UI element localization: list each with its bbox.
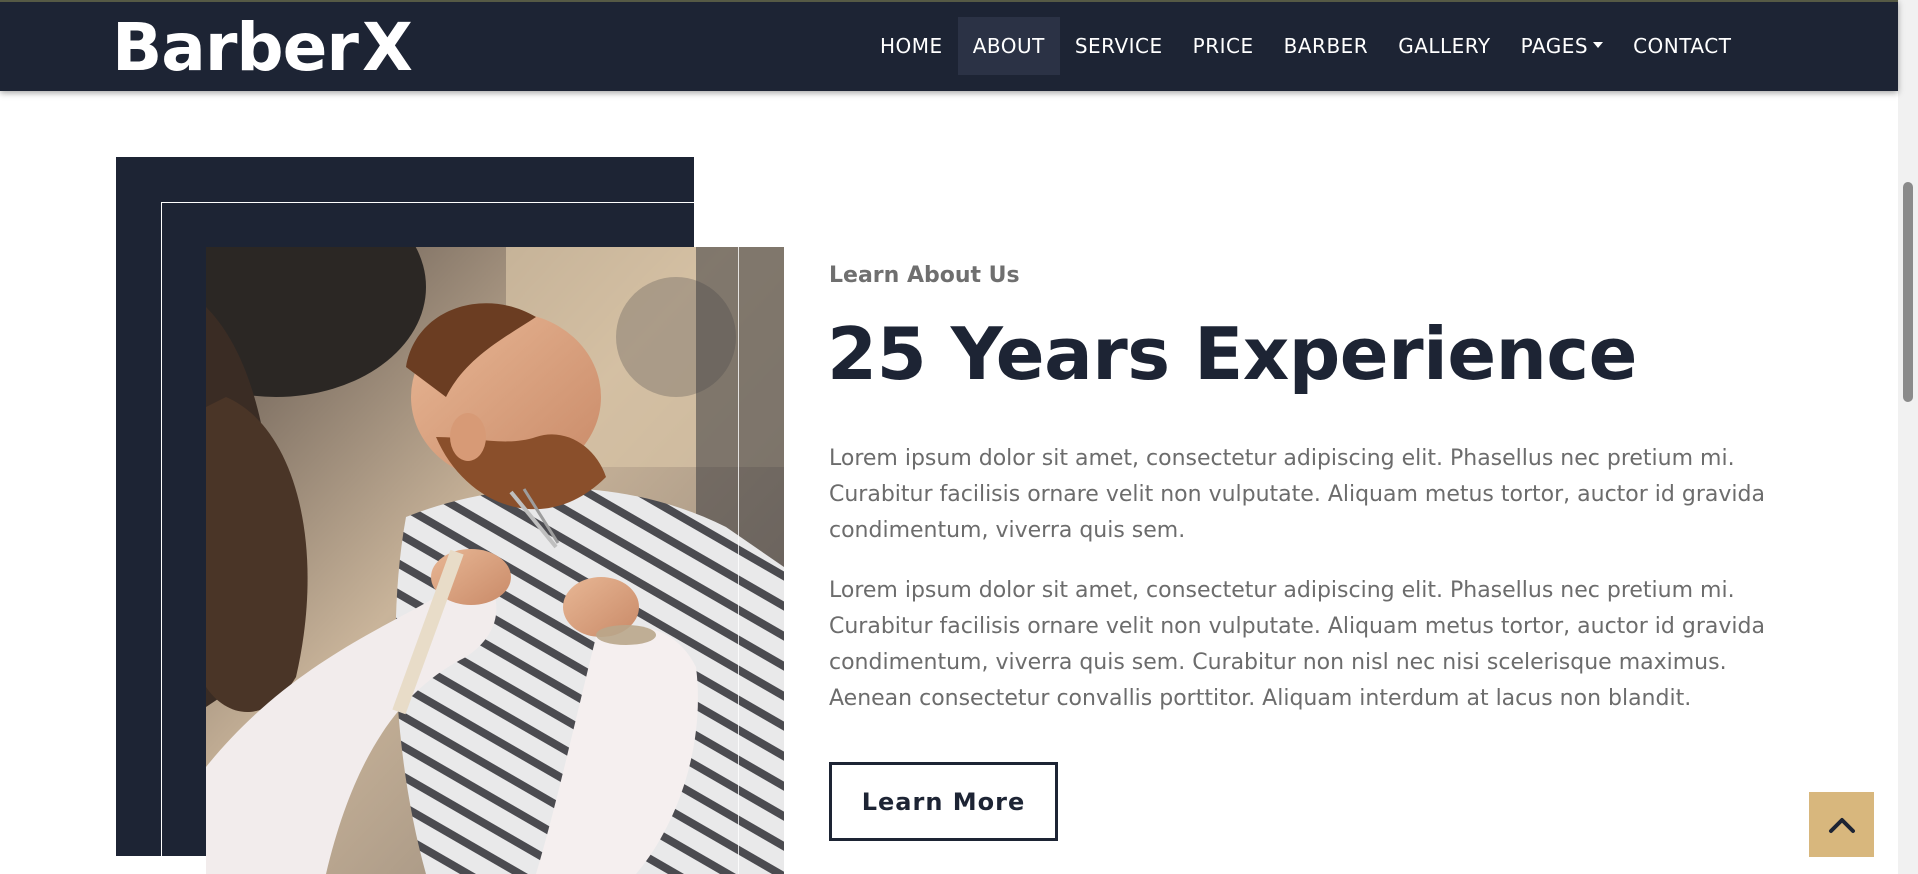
brand-mark: X — [361, 9, 413, 86]
page: BarberX HOME ABOUT SERVICE PRICE BARBER … — [0, 0, 1918, 874]
nav-service[interactable]: SERVICE — [1060, 17, 1178, 75]
caret-down-icon — [1593, 41, 1604, 48]
nav-contact[interactable]: CONTACT — [1618, 17, 1746, 75]
about-paragraph-1: Lorem ipsum dolor sit amet, consectetur … — [829, 446, 1765, 543]
section-eyebrow: Learn About Us — [829, 263, 1020, 288]
brand-name: Barber — [112, 9, 359, 86]
about-photo — [206, 247, 784, 874]
nav-gallery[interactable]: GALLERY — [1383, 17, 1505, 75]
chevron-up-icon — [1828, 817, 1855, 833]
nav-price[interactable]: PRICE — [1178, 17, 1269, 75]
nav-about[interactable]: ABOUT — [957, 17, 1060, 75]
scrollbar-thumb[interactable] — [1903, 182, 1913, 402]
navbar: BarberX HOME ABOUT SERVICE PRICE BARBER … — [0, 0, 1898, 91]
main-nav: HOME ABOUT SERVICE PRICE BARBER GALLERY … — [865, 17, 1746, 75]
page-scrollbar[interactable] — [1898, 0, 1918, 874]
about-paragraph-2: Lorem ipsum dolor sit amet, consectetur … — [829, 578, 1765, 711]
brand-logo[interactable]: BarberX — [112, 6, 413, 90]
learn-more-button[interactable]: Learn More — [829, 762, 1058, 841]
decorative-frame-edge — [738, 247, 739, 874]
nav-pages-label: PAGES — [1520, 34, 1589, 58]
nav-barber[interactable]: BARBER — [1269, 17, 1384, 75]
nav-home[interactable]: HOME — [865, 17, 958, 75]
back-to-top-button[interactable] — [1809, 792, 1874, 857]
nav-pages-dropdown[interactable]: PAGES — [1506, 17, 1618, 75]
section-heading: 25 Years Experience — [827, 312, 1637, 396]
